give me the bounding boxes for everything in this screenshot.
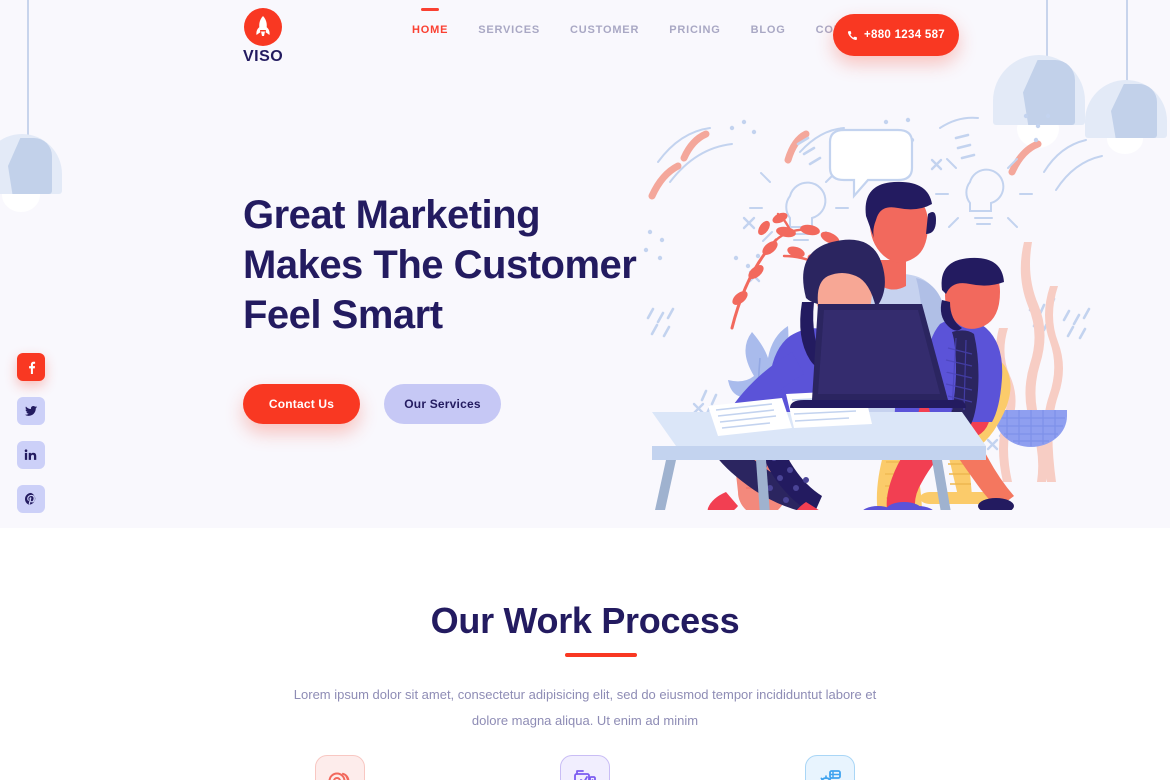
main-navigation: HOME SERVICES CUSTOMER PRICING BLOG CONT… (410, 20, 876, 40)
pinterest-icon (24, 492, 36, 505)
hero-title-line-3: Feel Smart (243, 293, 443, 337)
social-rail (17, 353, 45, 513)
nav-item-pricing[interactable]: PRICING (667, 20, 722, 40)
facebook-icon (29, 361, 36, 374)
phone-label: +880 1234 587 (864, 29, 945, 41)
logo[interactable]: VISO (243, 8, 283, 66)
section-subtitle: Lorem ipsum dolor sit amet, consectetur … (293, 687, 877, 728)
social-link-linkedin[interactable] (17, 441, 45, 469)
phone-cta-button[interactable]: +880 1234 587 (833, 14, 959, 56)
phone-icon (847, 30, 857, 40)
nav-item-blog[interactable]: BLOG (749, 20, 788, 40)
team-meeting-illustration (640, 110, 1110, 510)
rocket-icon (244, 8, 282, 46)
process-cards (0, 755, 1170, 780)
analytics-circle-icon (328, 772, 350, 780)
contact-us-button[interactable]: Contact Us (243, 384, 360, 424)
social-link-twitter[interactable] (17, 397, 45, 425)
hero-title-line-2: Makes The Customer (243, 243, 637, 287)
section-title: Our Work Process (430, 600, 740, 641)
social-link-pinterest[interactable] (17, 485, 45, 513)
presentation-board-icon (574, 770, 596, 780)
hero-title: Great Marketing Makes The Customer Feel … (243, 190, 663, 340)
linkedin-icon (24, 449, 37, 460)
nav-item-services[interactable]: SERVICES (476, 20, 542, 40)
nav-item-customer[interactable]: CUSTOMER (568, 20, 641, 40)
logo-text: VISO (243, 48, 284, 65)
hero-title-line-1: Great Marketing (243, 193, 541, 237)
section-divider (565, 653, 637, 657)
process-card-analytics[interactable] (315, 755, 365, 780)
process-card-presentation[interactable] (560, 755, 610, 780)
hero-content: Great Marketing Makes The Customer Feel … (243, 190, 663, 424)
social-link-facebook[interactable] (17, 353, 45, 381)
site-header: VISO HOME SERVICES CUSTOMER PRICING BLOG… (0, 0, 1170, 70)
hero-section: VISO HOME SERVICES CUSTOMER PRICING BLOG… (0, 0, 1170, 528)
nav-item-home[interactable]: HOME (410, 20, 450, 40)
process-card-settings[interactable] (805, 755, 855, 780)
settings-gears-icon (820, 770, 841, 780)
our-services-button[interactable]: Our Services (384, 384, 501, 424)
twitter-icon (24, 405, 38, 416)
hero-buttons: Contact Us Our Services (243, 384, 663, 424)
